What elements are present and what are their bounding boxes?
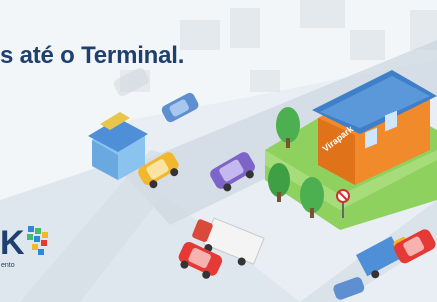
- promo-banner[interactable]: Virapark s até o Terminal. K ento: [0, 0, 437, 302]
- brand-logo[interactable]: K ento: [0, 226, 64, 272]
- brand-logo-mark: [27, 226, 48, 255]
- logo-tagline: ento: [1, 262, 15, 269]
- logo-letter: K: [0, 224, 25, 262]
- headline: s até o Terminal.: [0, 42, 185, 69]
